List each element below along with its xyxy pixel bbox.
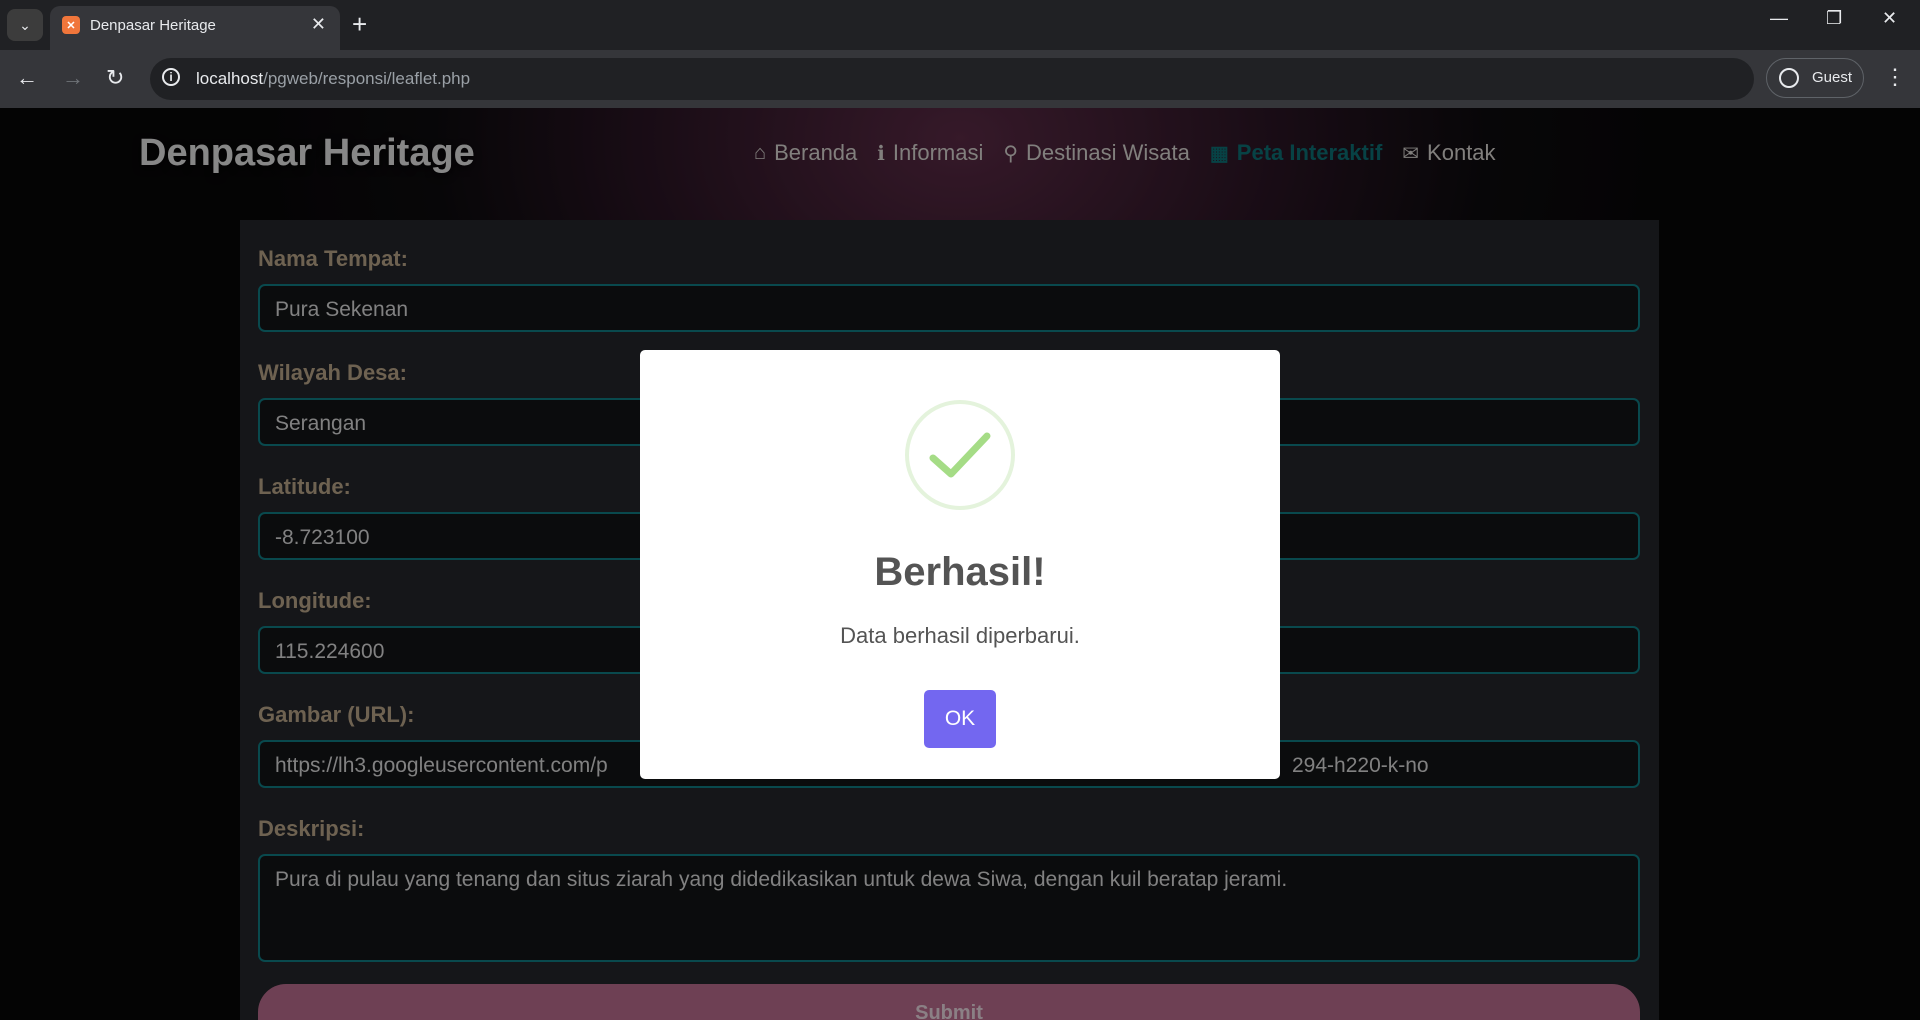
tab-search-button[interactable]: ⌄ <box>7 9 43 41</box>
new-tab-icon[interactable]: + <box>352 8 367 40</box>
forward-icon[interactable]: → <box>62 64 84 92</box>
menu-kebab-icon[interactable]: ⋮ <box>1884 64 1906 90</box>
profile-icon <box>1779 68 1799 88</box>
url-text[interactable]: localhost/pgweb/responsi/leaflet.php <box>196 69 470 89</box>
url-path: /pgweb/responsi/leaflet.php <box>263 69 471 88</box>
restore-icon[interactable]: ❐ <box>1826 8 1842 29</box>
ok-button[interactable]: OK <box>924 690 996 748</box>
xampp-favicon-icon: ✕ <box>62 16 80 34</box>
close-window-icon[interactable]: ✕ <box>1882 8 1897 29</box>
success-dialog: Berhasil! Data berhasil diperbarui. OK <box>640 350 1280 779</box>
success-check-icon <box>905 400 1015 510</box>
site-info-icon[interactable]: i <box>162 68 180 86</box>
reload-icon[interactable]: ↻ <box>106 64 124 92</box>
browser-tab-bar: ⌄ ✕ Denpasar Heritage ✕ + — ❐ ✕ <box>0 0 1920 50</box>
dialog-message: Data berhasil diperbarui. <box>840 623 1080 648</box>
tab-title: Denpasar Heritage <box>90 17 216 34</box>
browser-toolbar: ← → ↻ i localhost/pgweb/responsi/leaflet… <box>0 50 1920 108</box>
url-host: localhost <box>196 69 264 88</box>
dialog-title: Berhasil! <box>874 550 1046 594</box>
close-tab-icon[interactable]: ✕ <box>311 14 326 35</box>
profile-label: Guest <box>1812 69 1853 86</box>
back-icon[interactable]: ← <box>16 64 38 92</box>
browser-tab[interactable]: ✕ Denpasar Heritage ✕ <box>50 6 340 50</box>
chevron-down-icon: ⌄ <box>19 16 31 33</box>
minimize-icon[interactable]: — <box>1770 8 1788 29</box>
profile-button[interactable]: Guest <box>1766 58 1864 98</box>
address-bar[interactable]: i localhost/pgweb/responsi/leaflet.php <box>150 58 1754 100</box>
